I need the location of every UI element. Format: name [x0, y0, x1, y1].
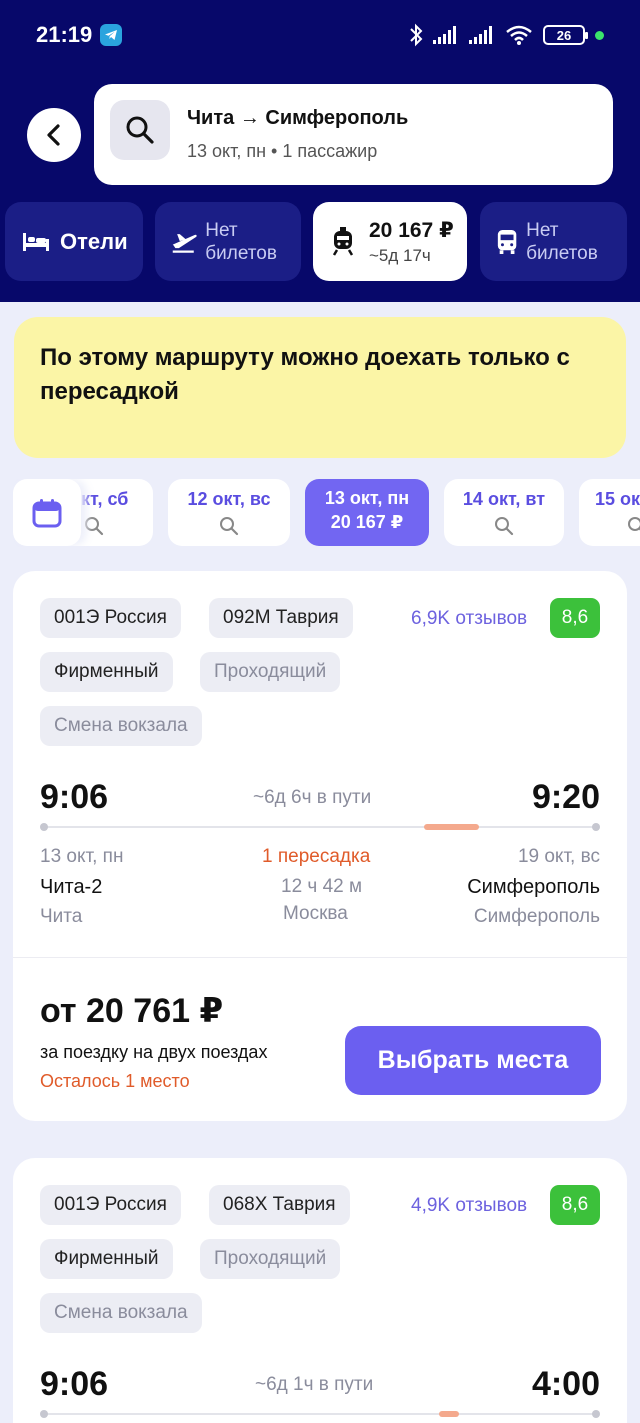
- tab-avia-label: Нет билетов: [205, 219, 277, 264]
- calendar-icon: [32, 498, 62, 527]
- transfer-segment: [439, 1411, 459, 1417]
- search-icon: [220, 517, 239, 536]
- search-icon: [85, 517, 104, 536]
- transfer-banner: По этому маршруту можно доехать только с…: [14, 317, 626, 458]
- route-details: 13 окт, пн • 1 пассажир: [187, 141, 378, 161]
- battery-icon: 26: [543, 25, 588, 45]
- tab-train[interactable]: 20 167 ₽ ~5д 17ч: [313, 202, 467, 281]
- arrival-date: 19 окт, вс: [517, 846, 600, 867]
- track-start-dot: [40, 823, 48, 831]
- search-icon: [495, 517, 514, 536]
- trip-duration: ~6д 1ч в пути: [255, 1374, 374, 1395]
- date-chip-price: 20 167 ₽: [330, 512, 404, 532]
- search-summary[interactable]: Чита → Симферополь 13 окт, пн • 1 пассаж…: [94, 84, 613, 185]
- tab-avia[interactable]: Нет билетов: [155, 202, 301, 281]
- tab-bus[interactable]: Нет билетов: [480, 202, 627, 281]
- date-chip-label: 13 окт, пн: [324, 488, 410, 508]
- feature-tag: Смена вокзала: [40, 1293, 202, 1333]
- status-bar: 21:19 26: [0, 0, 640, 70]
- transfer-count: 1 пересадка: [262, 846, 371, 867]
- reviews-link[interactable]: 4,9K отзывов: [411, 1195, 527, 1217]
- date-chip-label: 12 окт, вс: [187, 489, 271, 509]
- route-title: Чита → Симферополь: [187, 107, 409, 129]
- tab-hotels-label: Отели: [60, 229, 128, 254]
- train-number-tag: 001Э Россия: [40, 598, 181, 638]
- transfer-wait: 12 ч 42 м: [281, 876, 363, 897]
- transfer-banner-text: По этому маршруту можно доехать только с…: [40, 344, 570, 405]
- wifi-icon: [506, 25, 532, 45]
- search-icon: [628, 517, 640, 531]
- train-duration: ~5д 17ч: [369, 245, 431, 265]
- plane-icon: [172, 233, 197, 253]
- tab-hotels[interactable]: Отели: [5, 202, 143, 281]
- feature-tag: Проходящий: [200, 652, 341, 692]
- train-icon: [332, 226, 354, 256]
- search-button[interactable]: [110, 100, 170, 160]
- arrival-city: Симферополь: [473, 906, 600, 927]
- feature-tag: Фирменный: [40, 652, 173, 692]
- departure-station: Чита-2: [40, 876, 103, 898]
- trip-price: от 20 761 ₽: [40, 992, 224, 1030]
- trip-duration: ~6д 6ч в пути: [253, 787, 372, 808]
- trip-card[interactable]: 001Э Россия 092М Таврия 6,9K отзывов 8,6…: [13, 571, 627, 1121]
- arrival-time: 4:00: [531, 1365, 600, 1403]
- signal-icon: [433, 26, 456, 44]
- date-chip-label: 14 окт, вт: [462, 489, 546, 509]
- search-icon: [126, 116, 154, 144]
- feature-tag: Фирменный: [40, 1239, 173, 1279]
- price-note: за поездку на двух поездах: [40, 1042, 268, 1062]
- track-end-dot: [592, 1410, 600, 1418]
- train-min-price: 20 167 ₽: [369, 218, 454, 242]
- back-button[interactable]: [27, 108, 81, 162]
- date-chip[interactable]: 15 окт: [579, 479, 640, 546]
- rating-badge: 8,6: [550, 1185, 600, 1225]
- date-chip-selected[interactable]: 13 окт, пн 20 167 ₽: [305, 479, 429, 546]
- trip-card[interactable]: 001Э Россия 068Х Таврия 4,9K отзывов 8,6…: [13, 1158, 627, 1423]
- route-track: [40, 823, 600, 831]
- card-divider: [13, 957, 627, 958]
- calendar-button[interactable]: [13, 479, 81, 546]
- transfer-segment: [424, 824, 479, 830]
- tab-bus-label: Нет билетов: [526, 219, 598, 264]
- train-number-tag: 068Х Таврия: [209, 1185, 350, 1225]
- choose-seats-button[interactable]: Выбрать места: [345, 1026, 601, 1095]
- privacy-dot: [595, 30, 604, 40]
- route-track: [40, 1410, 600, 1418]
- signal-icon-2: [469, 26, 492, 44]
- train-number-tag: 092М Таврия: [209, 598, 353, 638]
- departure-city: Чита: [40, 906, 83, 927]
- chevron-left-icon: [47, 124, 60, 146]
- bluetooth-icon: [410, 23, 423, 47]
- departure-date: 13 окт, пн: [40, 846, 124, 867]
- date-chip[interactable]: 12 окт, вс: [168, 479, 290, 546]
- header: 21:19 26 Чита → Симферополь 13 окт, пн •…: [0, 0, 640, 302]
- train-number-tag: 001Э Россия: [40, 1185, 181, 1225]
- feature-tag: Проходящий: [200, 1239, 341, 1279]
- track-start-dot: [40, 1410, 48, 1418]
- departure-time: 9:06: [40, 778, 109, 816]
- seats-left: Осталось 1 место: [40, 1071, 190, 1091]
- bed-icon: [23, 232, 49, 251]
- telegram-icon: [100, 24, 122, 46]
- transfer-city: Москва: [283, 903, 348, 924]
- departure-time: 9:06: [40, 1365, 109, 1403]
- status-icons: 26: [409, 22, 604, 48]
- reviews-link[interactable]: 6,9K отзывов: [411, 608, 527, 630]
- arrival-time: 9:20: [531, 778, 600, 816]
- track-end-dot: [592, 823, 600, 831]
- date-chip[interactable]: 14 окт, вт: [444, 479, 564, 546]
- status-time: 21:19: [36, 22, 93, 47]
- rating-badge: 8,6: [550, 598, 600, 638]
- date-chip-label: 15 окт: [595, 489, 640, 509]
- feature-tag: Смена вокзала: [40, 706, 202, 746]
- date-strip[interactable]: окт, сб 12 окт, вс 13 окт, пн 20 167 ₽ 1…: [0, 479, 640, 547]
- bus-icon: [497, 229, 517, 254]
- arrival-station: Симферополь: [467, 876, 600, 898]
